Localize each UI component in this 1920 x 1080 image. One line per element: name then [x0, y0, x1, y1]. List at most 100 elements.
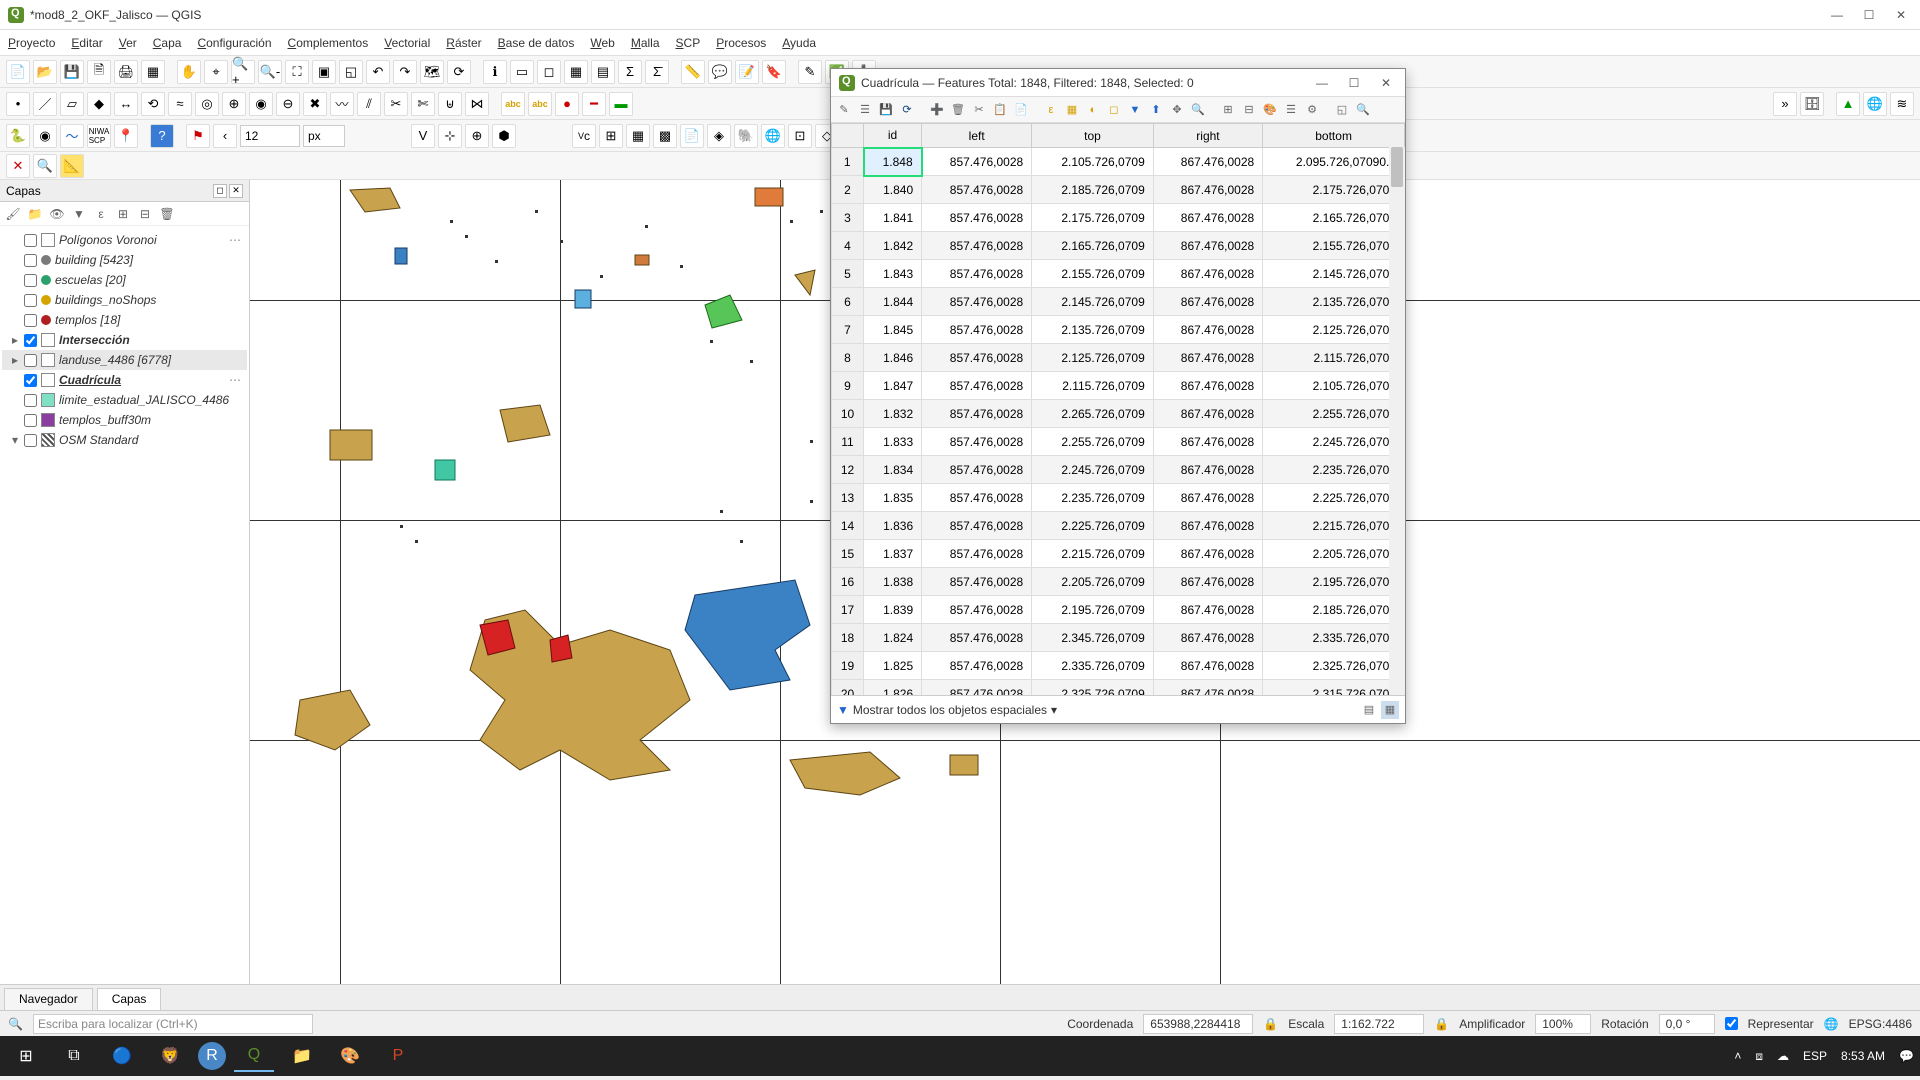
row-header[interactable]: 5	[832, 260, 864, 288]
organize-cols-icon[interactable]: ☰	[1282, 101, 1300, 119]
scp-rgb-icon[interactable]: ◉	[33, 124, 57, 148]
add-raster-icon[interactable]: ▦	[626, 124, 650, 148]
delete-part-icon[interactable]: ✖	[303, 92, 327, 116]
snap2-icon[interactable]: ⊕	[465, 124, 489, 148]
menu-complementos[interactable]: Complementos	[288, 36, 369, 50]
layer-item[interactable]: templos_buff30m	[2, 410, 247, 430]
simplify-icon[interactable]: ≈	[168, 92, 192, 116]
offset-curve-icon[interactable]: ⫽	[357, 92, 381, 116]
table-row[interactable]: 31.841857.476,00282.175.726,0709867.476,…	[832, 204, 1405, 232]
attribute-table-icon[interactable]: ▤	[591, 60, 615, 84]
form-view-icon[interactable]: ▤	[1360, 701, 1378, 719]
col-top[interactable]: top	[1032, 124, 1154, 148]
map-tips-icon[interactable]: 💬	[708, 60, 732, 84]
deselect-icon[interactable]: ◻	[537, 60, 561, 84]
python-icon[interactable]: 🐍	[6, 124, 30, 148]
minimize-button[interactable]: —	[1830, 8, 1844, 22]
pan-to-selection-icon[interactable]: ⌖	[204, 60, 228, 84]
edit-pencil-icon[interactable]: ✎	[798, 60, 822, 84]
layer-checkbox[interactable]	[24, 234, 37, 247]
layer-checkbox[interactable]	[24, 394, 37, 407]
taskview-icon[interactable]: ⧉	[54, 1040, 94, 1072]
refresh-icon[interactable]: ⟳	[447, 60, 471, 84]
spin-input[interactable]: 12	[240, 125, 300, 147]
col-right[interactable]: right	[1153, 124, 1262, 148]
merge-icon[interactable]: ⊎	[438, 92, 462, 116]
table-row[interactable]: 191.825857.476,00282.335.726,0709867.476…	[832, 652, 1405, 680]
render-checkbox[interactable]	[1725, 1017, 1738, 1030]
layer-item[interactable]: ▸landuse_4486 [6778]	[2, 350, 247, 370]
row-header[interactable]: 11	[832, 428, 864, 456]
row-header[interactable]: 13	[832, 484, 864, 512]
collapse-icon[interactable]: ⊟	[136, 205, 154, 223]
chevron-left-icon[interactable]: ‹	[213, 124, 237, 148]
start-button[interactable]: ⊞	[6, 1040, 46, 1072]
expand-icon[interactable]: ⊞	[114, 205, 132, 223]
table-row[interactable]: 141.836857.476,00282.225.726,0709867.476…	[832, 512, 1405, 540]
split-parts-icon[interactable]: ✄	[411, 92, 435, 116]
row-header[interactable]: 12	[832, 456, 864, 484]
coord-field[interactable]: 653988,2284418	[1143, 1014, 1253, 1034]
table-row[interactable]: 181.824857.476,00282.345.726,0709867.476…	[832, 624, 1405, 652]
brave-icon[interactable]: 🦁	[150, 1040, 190, 1072]
layer-checkbox[interactable]	[24, 334, 37, 347]
lock-icon[interactable]: 🔒	[1434, 1017, 1449, 1031]
zoom-in-icon[interactable]: 🔍+	[231, 60, 255, 84]
add-wfs-icon[interactable]: ⊡	[788, 124, 812, 148]
powerpoint-icon[interactable]: P	[378, 1040, 418, 1072]
save-edits-icon[interactable]: 💾	[877, 101, 895, 119]
toggle-edit-icon[interactable]: ✎	[835, 101, 853, 119]
table-view-icon[interactable]: ▦	[1381, 701, 1399, 719]
tab-capas[interactable]: Capas	[97, 988, 162, 1010]
snap-icon[interactable]: ⊹	[438, 124, 462, 148]
locator-input[interactable]: Escriba para localizar (Ctrl+K)	[33, 1014, 313, 1034]
scale-field[interactable]: 1:162.722	[1334, 1014, 1424, 1034]
select-more-icon[interactable]: ▦	[564, 60, 588, 84]
select-icon[interactable]: ▭	[510, 60, 534, 84]
visibility-icon[interactable]: 👁	[48, 205, 66, 223]
layer-checkbox[interactable]	[24, 274, 37, 287]
chrome-icon[interactable]: 🔵	[102, 1040, 142, 1072]
table-row[interactable]: 51.843857.476,00282.155.726,0709867.476,…	[832, 260, 1405, 288]
add-delimited-icon[interactable]: 📄	[680, 124, 704, 148]
r-icon[interactable]: R	[198, 1042, 226, 1070]
add-spatialite-icon[interactable]: ◈	[707, 124, 731, 148]
delete-field-icon[interactable]: ⊟	[1240, 101, 1258, 119]
col-left[interactable]: left	[922, 124, 1032, 148]
menu-editar[interactable]: Editar	[71, 36, 102, 50]
layer-item[interactable]: ▾OSM Standard	[2, 430, 247, 450]
table-row[interactable]: 61.844857.476,00282.145.726,0709867.476,…	[832, 288, 1405, 316]
add-mesh-icon[interactable]: ▩	[653, 124, 677, 148]
row-header[interactable]: 3	[832, 204, 864, 232]
col-id[interactable]: id	[864, 124, 922, 148]
layer-checkbox[interactable]	[24, 314, 37, 327]
menu-base de datos[interactable]: Base de datos	[498, 36, 575, 50]
layers-icon[interactable]: ≋	[1890, 92, 1914, 116]
zoom-next-icon[interactable]: ↷	[393, 60, 417, 84]
multi-edit-icon[interactable]: ☰	[856, 101, 874, 119]
layer-tree[interactable]: Polígonos Voronoi⋯building [5423]escuela…	[0, 226, 249, 984]
maximize-button[interactable]: ☐	[1862, 8, 1876, 22]
scp-wave-icon[interactable]: 〜	[60, 124, 84, 148]
table-row[interactable]: 41.842857.476,00282.165.726,0709867.476,…	[832, 232, 1405, 260]
select-all-icon[interactable]: ▦	[1063, 101, 1081, 119]
layout-manager-icon[interactable]: ▦	[141, 60, 165, 84]
zoom-last-icon[interactable]: ↶	[366, 60, 390, 84]
identify-icon[interactable]: ℹ	[483, 60, 507, 84]
table-row[interactable]: 151.837857.476,00282.215.726,0709867.476…	[832, 540, 1405, 568]
zoom-full-icon[interactable]: ⛶	[285, 60, 309, 84]
split-features-icon[interactable]: ✂	[384, 92, 408, 116]
cloud-icon[interactable]: ☁	[1777, 1049, 1789, 1063]
magnifier-icon[interactable]: 🔍	[33, 154, 57, 178]
label-abc-icon[interactable]: abc	[501, 92, 525, 116]
layer-checkbox[interactable]	[24, 354, 37, 367]
open-project-icon[interactable]: 📂	[33, 60, 57, 84]
layer-item[interactable]: Cuadrícula⋯	[2, 370, 247, 390]
layer-checkbox[interactable]	[24, 294, 37, 307]
menu-capa[interactable]: Capa	[153, 36, 182, 50]
menu-web[interactable]: Web	[590, 36, 614, 50]
tray-lang[interactable]: ESP	[1803, 1049, 1827, 1063]
table-row[interactable]: 171.839857.476,00282.195.726,0709867.476…	[832, 596, 1405, 624]
attr-table[interactable]: idlefttoprightbottom11.848857.476,00282.…	[831, 123, 1405, 695]
explorer-icon[interactable]: 📁	[282, 1040, 322, 1072]
